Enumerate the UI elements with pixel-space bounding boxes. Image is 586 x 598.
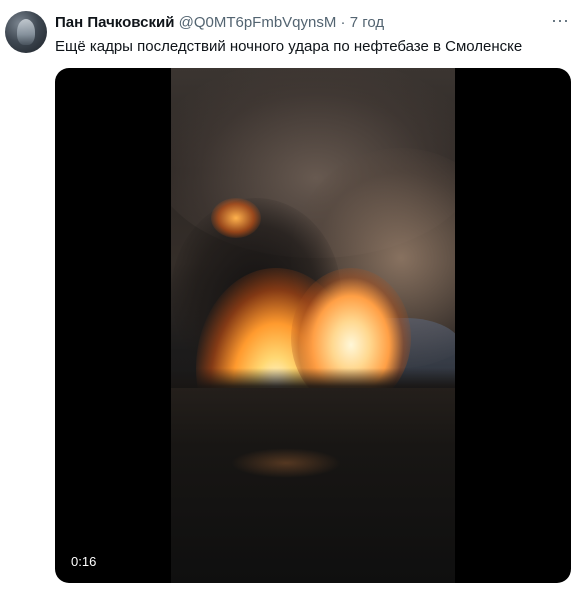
author-name[interactable]: Пан Пачковский — [55, 14, 174, 31]
author-handle[interactable]: @Q0MT6pFmbVqynsM — [179, 14, 337, 31]
tweet-text: Ещё кадры последствий ночного удара по н… — [55, 38, 523, 55]
fire-glow — [211, 198, 261, 238]
video-player[interactable]: 0:16 — [55, 68, 571, 583]
tweet-time[interactable]: 7 год — [350, 14, 384, 31]
video-frame — [171, 68, 455, 583]
more-horizontal-icon[interactable]: ··· — [548, 10, 572, 30]
ground-reflection — [231, 448, 341, 478]
avatar[interactable] — [5, 11, 47, 53]
tweet: Пан Пачковский @Q0MT6pFmbVqynsM · 7 год … — [0, 0, 586, 598]
video-duration-badge: 0:16 — [65, 552, 103, 572]
ground — [171, 388, 455, 583]
avatar-image — [17, 19, 35, 45]
separator-dot: · — [340, 14, 346, 31]
tweet-header: Пан Пачковский @Q0MT6pFmbVqynsM · 7 год — [55, 14, 546, 32]
